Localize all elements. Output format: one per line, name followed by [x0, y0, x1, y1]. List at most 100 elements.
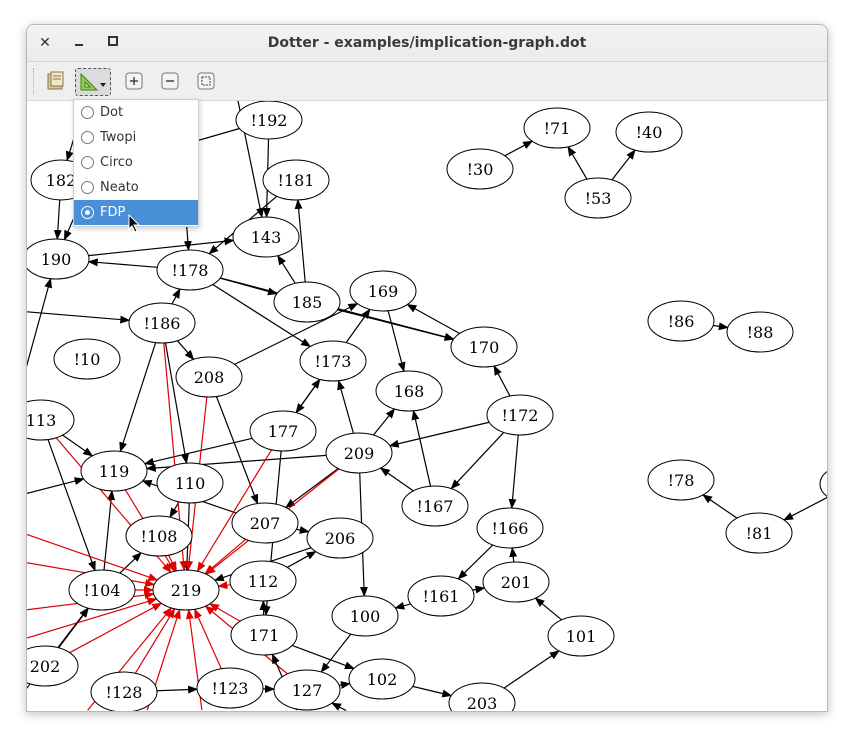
graph-edge [53, 199, 62, 241]
graph-node[interactable]: 100 [331, 595, 399, 637]
graph-node[interactable]: 177 [249, 410, 317, 452]
graph-edge [119, 342, 157, 453]
graph-edge [27, 311, 131, 324]
graph-node-label: !88 [747, 323, 774, 342]
graph-node[interactable]: !192 [235, 100, 303, 140]
graph-node[interactable]: 209 [325, 432, 393, 474]
window-title: Dotter - examples/implication-graph.dot [267, 35, 587, 51]
graph-node[interactable]: 170 [450, 326, 518, 368]
graph-node[interactable]: !161 [407, 575, 475, 617]
graph-node-label: !108 [141, 527, 178, 546]
zoom-in-button[interactable] [121, 68, 147, 94]
graph-node-label: !71 [544, 119, 571, 138]
graph-node[interactable]: !81 [725, 512, 793, 554]
graph-node[interactable]: 110 [156, 462, 224, 504]
graph-node[interactable]: !186 [128, 302, 196, 344]
graph-node-label: 177 [268, 422, 299, 441]
graph-node-label: !172 [502, 406, 539, 425]
menu-item-dot[interactable]: Dot [74, 100, 198, 125]
graph-edge [331, 702, 347, 711]
graph-edge [472, 585, 486, 594]
graph-node[interactable]: !172 [486, 394, 554, 436]
graph-edge [412, 685, 453, 698]
graph-node[interactable]: 185 [273, 281, 341, 323]
graph-node-label: !81 [746, 524, 773, 543]
graph-node[interactable]: 169 [349, 270, 417, 312]
graph-node[interactable]: 207 [231, 502, 299, 544]
graph-edge [503, 650, 560, 689]
graph-node[interactable]: 190 [27, 238, 90, 280]
toolbar [27, 62, 827, 101]
maximize-button[interactable] [103, 33, 123, 53]
menu-item-label: Dot [100, 105, 124, 120]
toolbar-grip[interactable] [33, 68, 36, 94]
graph-node[interactable]: 143 [232, 216, 300, 258]
graph-node[interactable]: !40 [615, 111, 683, 153]
graph-node[interactable]: !178 [156, 249, 224, 291]
graph-node-label: !128 [106, 683, 143, 702]
radio-icon [81, 106, 94, 119]
graph-edge [169, 501, 180, 519]
menu-item-circo[interactable]: Circo [74, 150, 198, 175]
graph-node-label: !166 [492, 519, 529, 538]
graph-edge [504, 140, 534, 157]
graph-node-label: 182 [46, 171, 77, 190]
graph-node[interactable]: 219 [152, 569, 220, 611]
layout-engine-button[interactable] [75, 68, 111, 96]
graph-node[interactable]: 112 [229, 560, 297, 602]
menu-item-label: Circo [100, 155, 133, 170]
radio-icon [81, 181, 94, 194]
zoom-out-button[interactable] [157, 68, 183, 94]
graph-node[interactable]: 168 [375, 370, 443, 412]
graph-node[interactable]: 201 [482, 561, 550, 603]
close-button[interactable]: ✕ [35, 33, 55, 53]
graph-edge [156, 685, 199, 694]
graph-node-label: !192 [251, 111, 288, 130]
open-file-button[interactable] [43, 68, 69, 94]
graph-node[interactable]: 206 [306, 517, 374, 559]
graph-node[interactable]: !173 [299, 340, 367, 382]
graph-edge [388, 421, 490, 448]
graph-node[interactable]: 127 [273, 669, 341, 711]
graph-node[interactable]: 113 [27, 399, 75, 441]
graph-node[interactable]: !71 [523, 107, 591, 149]
graph-edge [27, 277, 53, 367]
graph-edge [285, 468, 339, 509]
open-file-icon [47, 71, 64, 90]
graph-edge [27, 477, 85, 495]
layout-engine-menu: Dot Twopi Circo Neato FDP [73, 99, 199, 227]
graph-node[interactable]: !104 [68, 569, 136, 611]
graph-node-label: 102 [367, 670, 398, 689]
graph-node[interactable]: 102 [348, 658, 416, 700]
graph-node-label: 168 [394, 382, 425, 401]
graph-edge [450, 431, 505, 490]
graph-node[interactable]: !128 [90, 671, 158, 711]
graph-node[interactable]: !53 [564, 177, 632, 219]
graph-edge [713, 322, 729, 331]
graph-node[interactable]: !78 [647, 459, 715, 501]
graph-edge [373, 408, 396, 436]
graph-node[interactable]: !30 [446, 148, 514, 190]
graph-node[interactable]: !86 [647, 300, 715, 342]
menu-item-neato[interactable]: Neato [74, 175, 198, 200]
minimize-button[interactable] [69, 33, 89, 53]
graph-edge [394, 601, 411, 610]
graph-node[interactable]: 171 [230, 614, 298, 656]
graph-node[interactable]: !123 [196, 667, 264, 709]
graph-node[interactable]: 208 [175, 356, 243, 398]
graph-node-label: 219 [171, 581, 202, 600]
zoom-fit-button[interactable] [193, 68, 219, 94]
graph-node[interactable]: 119 [80, 450, 148, 492]
graph-node[interactable]: 101 [547, 615, 615, 657]
graph-node[interactable]: !10 [53, 338, 121, 380]
menu-item-twopi[interactable]: Twopi [74, 125, 198, 150]
graph-node[interactable]: !166 [476, 507, 544, 549]
graph-node[interactable]: !181 [262, 159, 330, 201]
graph-edge [143, 437, 253, 466]
graph-node[interactable]: !167 [401, 485, 469, 527]
graph-node[interactable]: !108 [125, 515, 193, 557]
graph-node[interactable]: !88 [726, 311, 794, 353]
graph-edge [783, 496, 827, 521]
graph-edge [411, 409, 432, 487]
title-bar[interactable]: ✕ Dotter - examples/implication-graph.do… [27, 25, 827, 62]
